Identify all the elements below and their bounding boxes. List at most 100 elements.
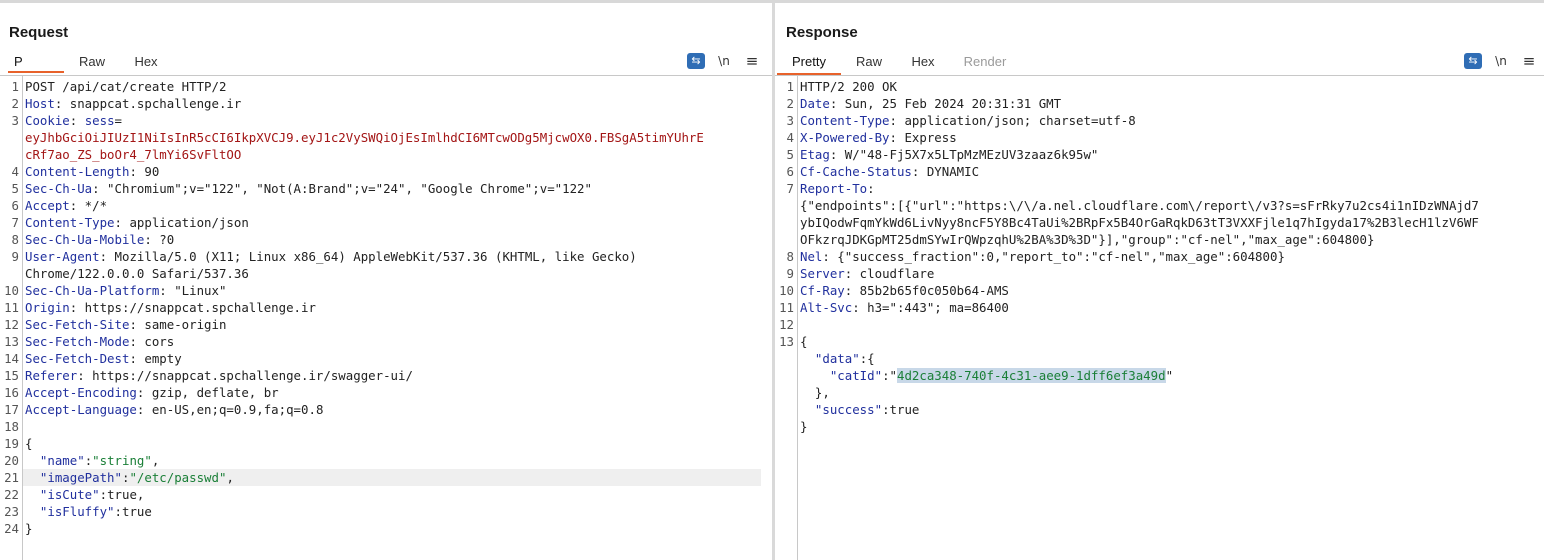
code-token: : 85b2b65f0c050b64-AMS (844, 283, 1009, 298)
code-token: " (1165, 368, 1174, 383)
code-line: "isCute":true, (25, 486, 144, 503)
menu-icon[interactable]: ≡ (743, 53, 761, 69)
request-tab-raw[interactable]: Raw (72, 47, 112, 73)
code-token: Report-To (800, 181, 868, 196)
code-line: Etag: W/"48-Fj5X7x5LTpMzMEzUV3zaaz6k95w" (800, 146, 1098, 163)
code-token: POST /api/cat/create HTTP/2 (25, 79, 227, 94)
line-number: 23 (4, 504, 19, 519)
response-tab-raw[interactable]: Raw (849, 47, 889, 73)
code-line: User-Agent: Mozilla/5.0 (X11; Linux x86_… (25, 248, 637, 265)
code-token: HTTP/2 200 OK (800, 79, 897, 94)
code-token: : Express (889, 130, 957, 145)
show-newlines-icon[interactable]: \n (715, 53, 733, 69)
line-number: 13 (779, 334, 794, 349)
line-number: 13 (4, 334, 19, 349)
code-token: Content-Type (800, 113, 890, 128)
line-number-gutter: 1 2 3 4 5 6 7 8 9 10 11 12 13 (775, 76, 798, 560)
code-line: Accept-Encoding: gzip, deflate, br (25, 384, 279, 401)
code-line: } (800, 418, 807, 435)
code-token: } (25, 521, 33, 536)
menu-icon[interactable]: ≡ (1520, 53, 1538, 69)
code-token: "isCute" (39, 487, 100, 502)
code-line: Sec-Fetch-Mode: cors (25, 333, 174, 350)
code-token: Chrome/122.0.0.0 Safari/537.36 (25, 266, 249, 281)
line-number: 5 (11, 181, 19, 196)
line-number: 6 (786, 164, 794, 179)
line-number: 2 (11, 96, 19, 111)
line-number: 18 (4, 419, 19, 434)
response-tab-hex[interactable]: Hex (903, 47, 943, 73)
code-token: : https://snappcat.spchallenge.ir/swagge… (77, 368, 413, 383)
line-number: 3 (786, 113, 794, 128)
code-token: Sec-Ch-Ua (25, 181, 93, 196)
code-line: Chrome/122.0.0.0 Safari/537.36 (25, 265, 249, 282)
code-token: Alt-Svc (800, 300, 853, 315)
response-pane: Response Pretty Raw Hex Render ⇆ \n ≡ 12… (775, 3, 1544, 560)
code-line: Nel: {"success_fraction":0,"report_to":"… (800, 248, 1285, 265)
code-line: Cookie: sess= (25, 112, 122, 129)
response-tab-pretty[interactable]: Pretty (777, 47, 841, 75)
code-token: : "Chromium";v="122", "Not(A:Brand";v="2… (92, 181, 592, 196)
code-token: Sec-Ch-Ua-Mobile (25, 232, 145, 247)
line-number: 9 (786, 266, 794, 281)
code-line: } (25, 520, 32, 537)
line-number-gutter: 1 2 3 4 5 6 7 8 9 10 11 12 13 14 15 16 17 18 19 20 21 22 23 24 (0, 76, 23, 560)
code-token: "success" (814, 402, 883, 417)
wrap-lines-icon[interactable]: ⇆ (1464, 53, 1482, 69)
wrap-lines-icon[interactable]: ⇆ (687, 53, 705, 69)
code-token: Origin (25, 300, 70, 315)
code-token: ybIQodwFqmYkWd6LivNyy8ncF5Y8Bc4TaUi%2BRp… (800, 215, 1479, 230)
line-number: 12 (779, 317, 794, 332)
code-token: : https://snappcat.spchallenge.ir (69, 300, 316, 315)
line-number: 10 (779, 283, 794, 298)
line-number: 5 (786, 147, 794, 162)
response-editor[interactable]: 1 2 3 4 5 6 7 8 9 10 11 12 13 HTTP/2 200 OK Date: Sun… (775, 76, 1544, 560)
show-newlines-icon[interactable]: \n (1492, 53, 1510, 69)
code-token: Sec-Fetch-Mode (25, 334, 130, 349)
request-tab-pretty[interactable]: P (8, 47, 64, 73)
code-line: Sec-Ch-Ua-Mobile: ?0 (25, 231, 174, 248)
code-token: : Mozilla/5.0 (X11; Linux x86_64) AppleW… (99, 249, 637, 264)
request-pane: Request P Raw Hex ⇆ \n ≡ 1 2 3 4 5 6 7 8 9 10 11 12… (0, 3, 772, 560)
selected-text: 4d2ca348-740f-4c31-aee9-1dff6ef3a49d (897, 368, 1166, 383)
line-number: 16 (4, 385, 19, 400)
code-token: User-Agent (25, 249, 100, 264)
code-line: "catId":"4d2ca348-740f-4c31-aee9-1dff6ef… (800, 367, 1173, 384)
code-token: : en-US,en;q=0.9,fa;q=0.8 (136, 402, 324, 417)
request-editor[interactable]: 1 2 3 4 5 6 7 8 9 10 11 12 13 14 15 16 17 18 19 20 21 22 23 24 … (0, 76, 772, 560)
request-tab-hex[interactable]: Hex (126, 47, 166, 73)
line-number: 14 (4, 351, 19, 366)
code-token: cRf7ao_ZS_boOr4_7lmYi6SvFltOO (25, 147, 242, 162)
code-token: Sec-Ch-Ua-Platform (25, 283, 160, 298)
request-tab-bar: P Raw Hex ⇆ \n ≡ (0, 47, 772, 76)
line-number: 3 (11, 113, 19, 128)
code-token: :{ (859, 351, 875, 366)
code-token: Accept (25, 198, 70, 213)
code-line: ybIQodwFqmYkWd6LivNyy8ncF5Y8Bc4TaUi%2BRp… (800, 214, 1479, 231)
code-token: : same-origin (129, 317, 227, 332)
code-token: "catId" (829, 368, 883, 383)
code-token: Cf-Ray (800, 283, 845, 298)
code-token: Cookie (25, 113, 70, 128)
line-number: 9 (11, 249, 19, 264)
code-line: Content-Length: 90 (25, 163, 159, 180)
code-token: : snappcat.spchallenge.ir (54, 96, 242, 111)
code-token: "/etc/passwd" (129, 470, 227, 485)
code-line: cRf7ao_ZS_boOr4_7lmYi6SvFltOO (25, 146, 241, 163)
code-token: Sec-Fetch-Site (25, 317, 130, 332)
code-token: : h3=":443"; ma=86400 (852, 300, 1009, 315)
code-token: Etag (800, 147, 830, 162)
code-token: }, (800, 385, 830, 400)
code-token: { (25, 436, 33, 451)
line-number: 19 (4, 436, 19, 451)
code-line: { (25, 435, 32, 452)
code-token: Date (800, 96, 830, 111)
code-line: Content-Type: application/json; charset=… (800, 112, 1136, 129)
code-line: POST /api/cat/create HTTP/2 (25, 78, 226, 95)
code-line: Sec-Fetch-Site: same-origin (25, 316, 226, 333)
code-token: , (151, 453, 160, 468)
code-line: Origin: https://snappcat.spchallenge.ir (25, 299, 316, 316)
code-token: : cors (129, 334, 175, 349)
